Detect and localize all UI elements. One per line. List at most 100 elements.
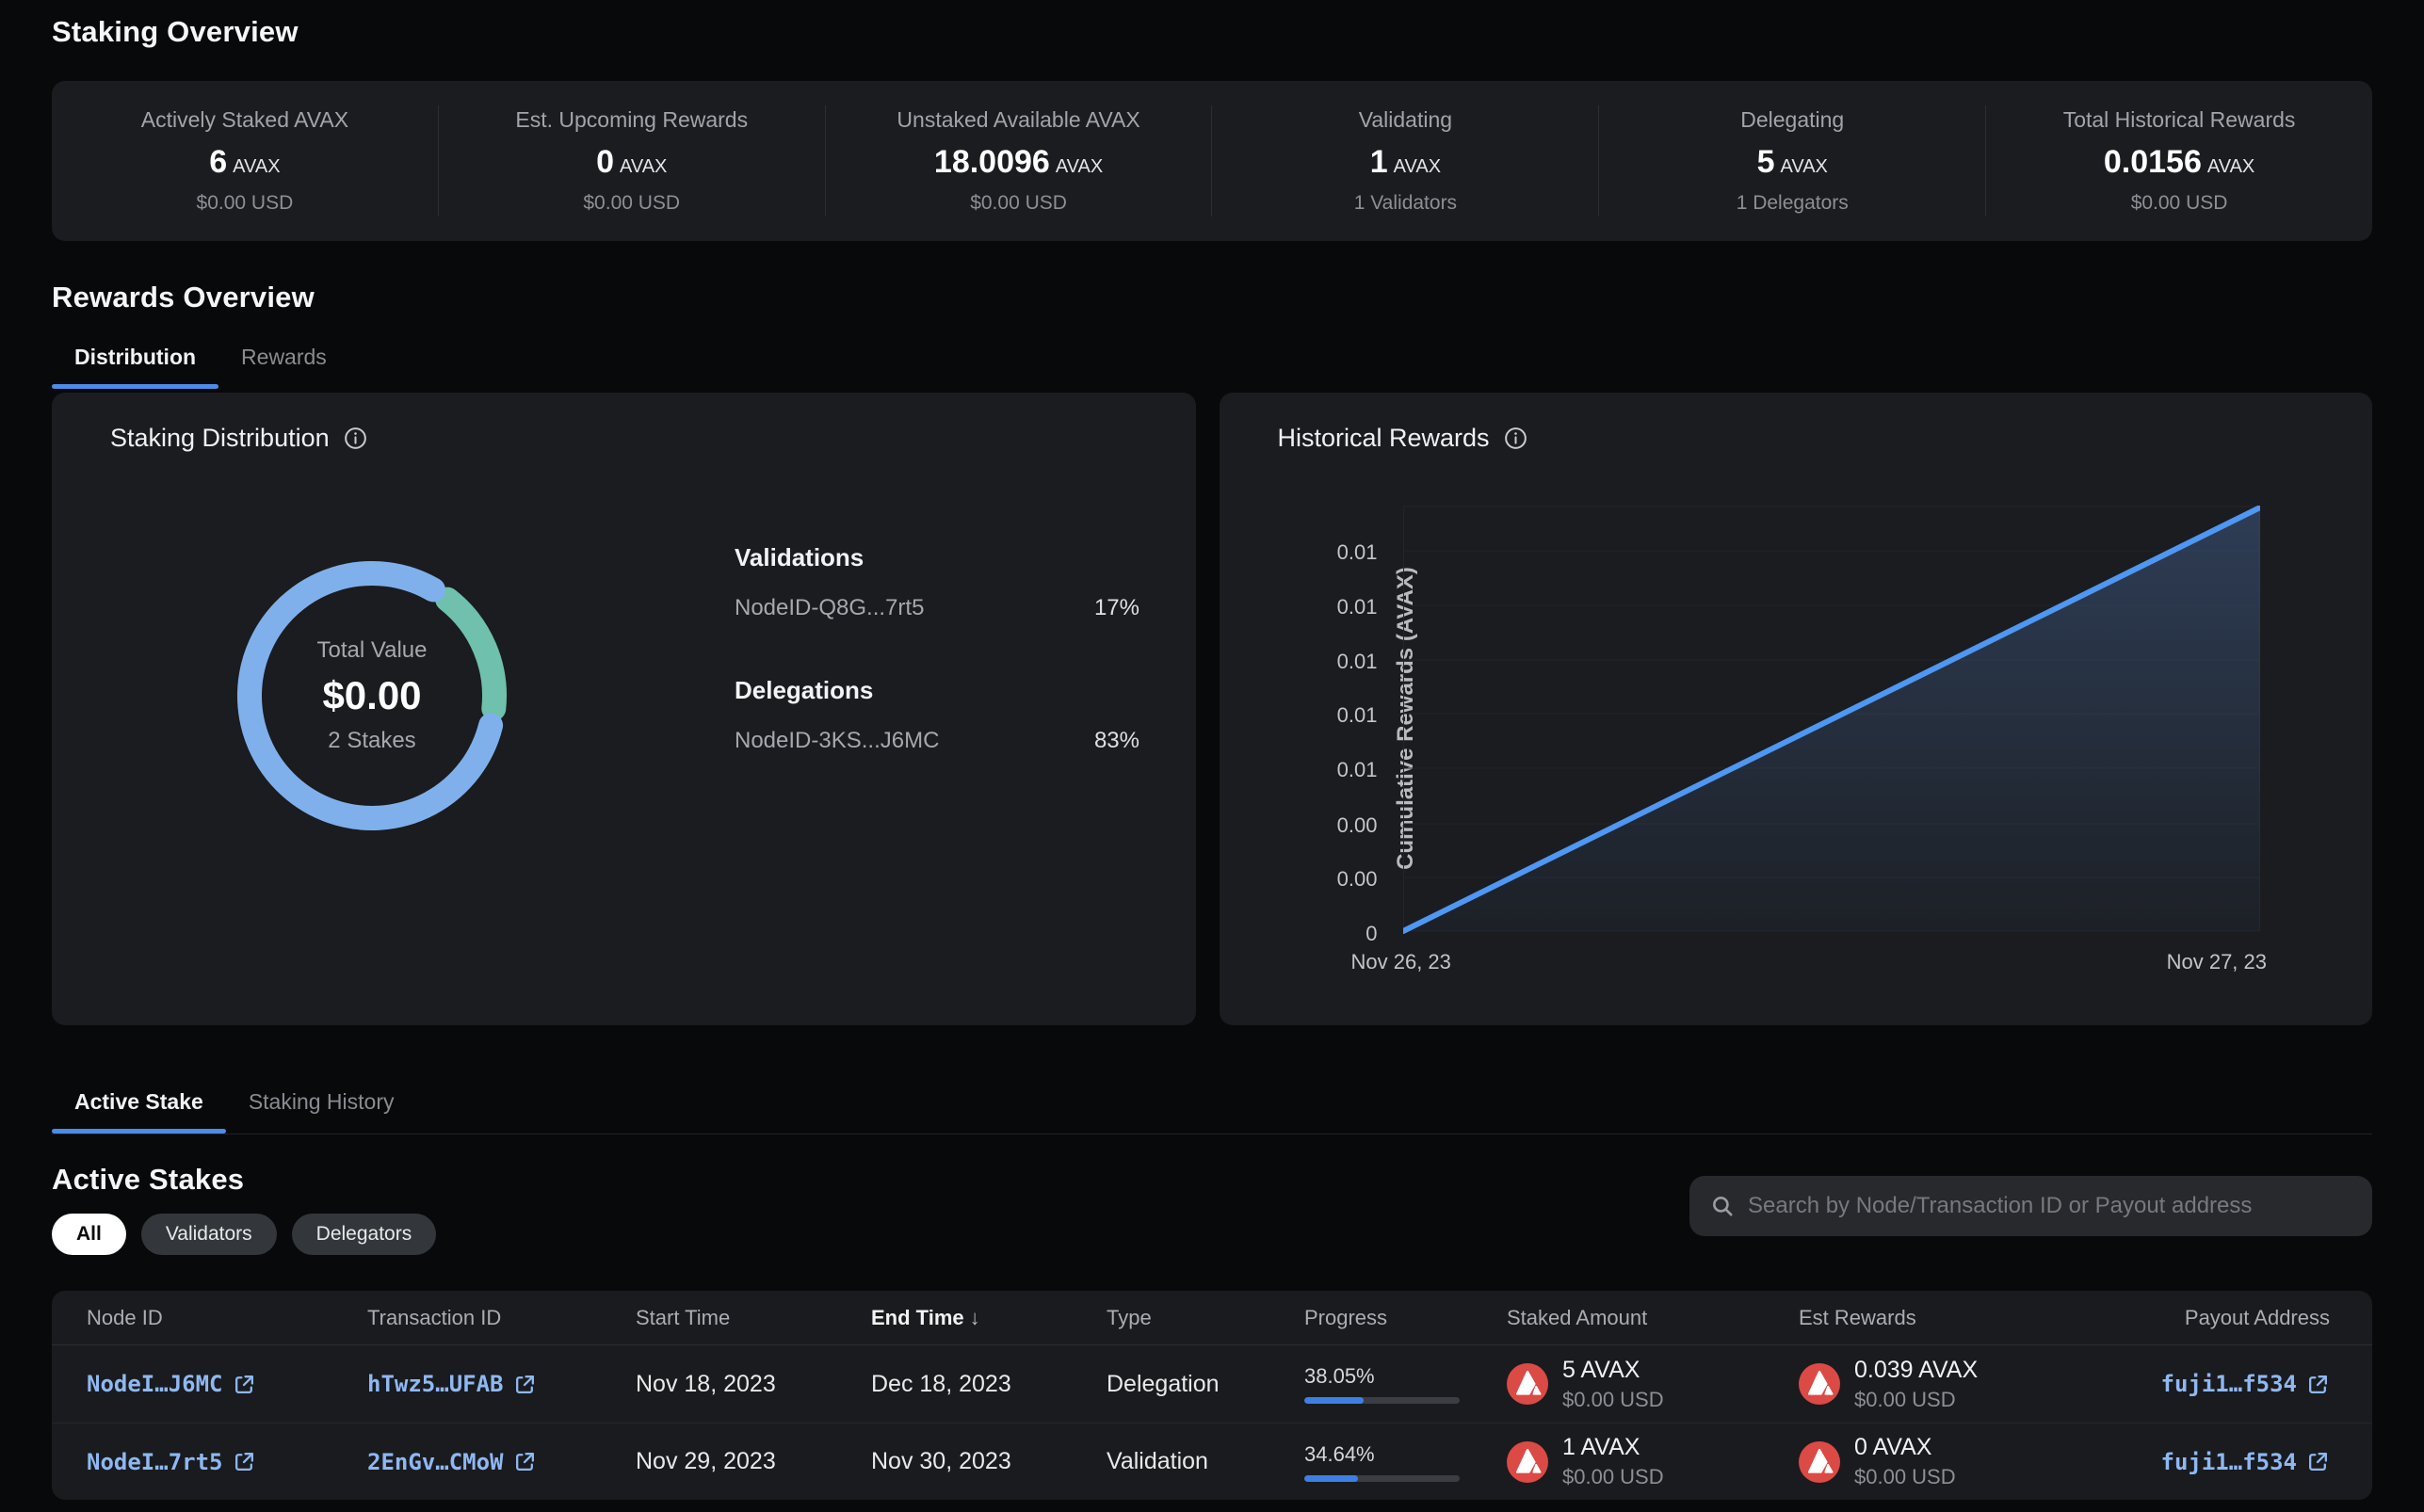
transaction-id-link[interactable]: hTwz5…UFAB: [367, 1371, 636, 1397]
stat-sub: $0.00 USD: [2131, 192, 2228, 215]
y-tick: 0.01: [1276, 595, 1378, 619]
stat-total-historical-rewards: Total Historical Rewards 0.0156AVAX $0.0…: [1985, 105, 2372, 217]
y-tick: 0.01: [1276, 703, 1378, 728]
avax-logo-icon: [1799, 1441, 1840, 1483]
start-time: Nov 18, 2023: [636, 1371, 871, 1398]
amount-avax: 0.039 AVAX: [1854, 1357, 1978, 1384]
stat-label: Validating: [1359, 107, 1452, 133]
stat-value: 0.0156AVAX: [2104, 144, 2254, 181]
col-end-time[interactable]: End Time↓: [871, 1306, 1107, 1330]
staked-amount: 1 AVAX $0.00 USD: [1507, 1434, 1799, 1489]
amount-avax: 1 AVAX: [1562, 1434, 1664, 1461]
legend-validations-row: NodeID-Q8G...7rt5 17%: [735, 595, 1139, 621]
col-progress[interactable]: Progress: [1304, 1306, 1507, 1330]
y-tick: 0: [1276, 922, 1378, 946]
tab-active-stake[interactable]: Active Stake: [52, 1084, 226, 1134]
stat-validating: Validating 1AVAX 1 Validators: [1211, 105, 1598, 217]
est-rewards: 0.039 AVAX $0.00 USD: [1799, 1357, 2124, 1412]
info-icon[interactable]: [1503, 426, 1528, 451]
y-tick: 0.01: [1276, 758, 1378, 782]
stat-value: 1AVAX: [1370, 144, 1441, 181]
stat-label: Unstaked Available AVAX: [897, 107, 1139, 133]
donut-center-sub: 2 Stakes: [328, 728, 415, 754]
stat-sub: $0.00 USD: [197, 192, 294, 215]
node-id-link[interactable]: NodeI…J6MC: [87, 1371, 367, 1397]
external-link-icon[interactable]: [233, 1373, 256, 1396]
tab-distribution[interactable]: Distribution: [52, 339, 218, 389]
transaction-id-link[interactable]: 2EnGv…CMoW: [367, 1449, 636, 1475]
external-link-icon[interactable]: [513, 1450, 537, 1473]
progress-bar: [1304, 1475, 1460, 1482]
legend-node-id: NodeID-3KS...J6MC: [735, 728, 939, 754]
active-stakes-table: Node ID Transaction ID Start Time End Ti…: [52, 1291, 2372, 1500]
legend-delegations-row: NodeID-3KS...J6MC 83%: [735, 728, 1139, 754]
stat-delegating: Delegating 5AVAX 1 Delegators: [1598, 105, 1985, 217]
x-tick-start: Nov 26, 23: [1351, 950, 1451, 974]
external-link-icon[interactable]: [233, 1450, 256, 1473]
x-tick-end: Nov 27, 23: [2167, 950, 2267, 974]
col-staked-amount[interactable]: Staked Amount: [1507, 1306, 1799, 1330]
historical-rewards-title: Historical Rewards: [1278, 424, 1490, 453]
stat-sub: 1 Delegators: [1737, 192, 1849, 215]
search-icon: [1710, 1194, 1735, 1218]
external-link-icon[interactable]: [2306, 1450, 2330, 1473]
external-link-icon[interactable]: [2306, 1373, 2330, 1396]
amount-usd: $0.00 USD: [1854, 1388, 1978, 1412]
est-rewards: 0 AVAX $0.00 USD: [1799, 1434, 2124, 1489]
payout-address-link[interactable]: fuji1…f534: [2124, 1371, 2330, 1397]
stat-label: Delegating: [1740, 107, 1844, 133]
legend-node-id: NodeID-Q8G...7rt5: [735, 595, 924, 621]
staking-overview-stats: Actively Staked AVAX 6AVAX $0.00 USD Est…: [52, 81, 2372, 241]
amount-usd: $0.00 USD: [1562, 1388, 1664, 1412]
staking-distribution-title: Staking Distribution: [110, 424, 330, 453]
search-box: [1689, 1176, 2372, 1236]
stat-label: Total Historical Rewards: [2063, 107, 2296, 133]
col-est-rewards[interactable]: Est Rewards: [1799, 1306, 2124, 1330]
staking-distribution-donut: Total Value $0.00 2 Stakes: [221, 545, 523, 846]
staking-dashboard: Staking Overview Actively Staked AVAX 6A…: [0, 0, 2424, 1512]
donut-center: Total Value $0.00 2 Stakes: [221, 545, 523, 846]
stat-label: Est. Upcoming Rewards: [515, 107, 748, 133]
staked-amount: 5 AVAX $0.00 USD: [1507, 1357, 1799, 1412]
progress-label: 38.05%: [1304, 1364, 1507, 1389]
tab-rewards[interactable]: Rewards: [218, 339, 349, 389]
donut-center-label: Total Value: [317, 637, 428, 664]
active-tab-underline: [52, 1129, 226, 1134]
stat-label: Actively Staked AVAX: [141, 107, 348, 133]
rewards-overview-title: Rewards Overview: [52, 281, 2372, 314]
staking-overview-title: Staking Overview: [52, 0, 2372, 49]
active-stakes-header: Active Stakes All Validators Delegators: [52, 1163, 2372, 1255]
col-type[interactable]: Type: [1107, 1306, 1304, 1330]
amount-usd: $0.00 USD: [1562, 1465, 1664, 1489]
distribution-legend: Validations NodeID-Q8G...7rt5 17% Delega…: [735, 543, 1139, 754]
col-start-time[interactable]: Start Time: [636, 1306, 871, 1330]
external-link-icon[interactable]: [513, 1373, 537, 1396]
filter-all[interactable]: All: [52, 1214, 126, 1255]
progress-bar: [1304, 1397, 1460, 1404]
staking-distribution-card: Staking Distribution Total Value $0.00 2…: [52, 393, 1196, 1025]
active-tab-underline: [52, 384, 218, 389]
avax-logo-icon: [1799, 1363, 1840, 1405]
y-tick: 0.00: [1276, 867, 1378, 892]
node-id-link[interactable]: NodeI…7rt5: [87, 1449, 367, 1475]
col-node-id[interactable]: Node ID: [87, 1306, 367, 1330]
amount-usd: $0.00 USD: [1854, 1465, 1956, 1489]
stake-type: Delegation: [1107, 1371, 1304, 1398]
col-payout-address[interactable]: Payout Address: [2124, 1306, 2330, 1330]
payout-address-link[interactable]: fuji1…f534: [2124, 1449, 2330, 1475]
info-icon[interactable]: [343, 426, 368, 451]
table-row: NodeI…J6MC hTwz5…UFAB Nov 18, 2023 Dec 1…: [52, 1345, 2372, 1423]
col-transaction-id[interactable]: Transaction ID: [367, 1306, 636, 1330]
stat-value: 6AVAX: [209, 144, 280, 181]
tab-staking-history[interactable]: Staking History: [226, 1084, 417, 1134]
stat-unstaked-available: Unstaked Available AVAX 18.0096AVAX $0.0…: [825, 105, 1212, 217]
search-input[interactable]: [1748, 1193, 2351, 1219]
filter-validators[interactable]: Validators: [141, 1214, 277, 1255]
filter-delegators[interactable]: Delegators: [292, 1214, 437, 1255]
legend-pct: 17%: [1094, 595, 1139, 621]
historical-rewards-card: Historical Rewards Cumulative Rewards (A…: [1220, 393, 2373, 1025]
legend-pct: 83%: [1094, 728, 1139, 754]
avax-logo-icon: [1507, 1363, 1548, 1405]
end-time: Dec 18, 2023: [871, 1371, 1107, 1398]
stat-sub: 1 Validators: [1354, 192, 1457, 215]
